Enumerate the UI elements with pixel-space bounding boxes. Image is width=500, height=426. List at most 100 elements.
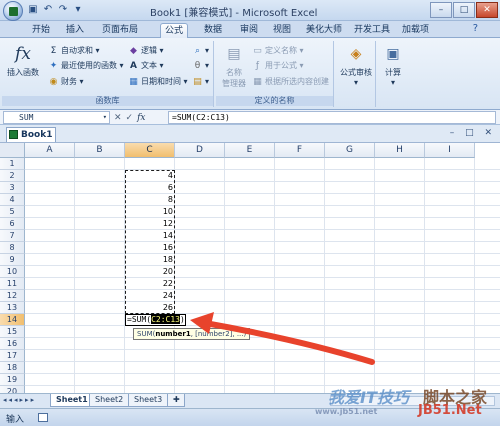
minimize-button[interactable]: –	[430, 2, 452, 18]
customize-qat-icon[interactable]: ▾	[72, 4, 84, 16]
column-header[interactable]: B	[75, 143, 125, 158]
grid-row-line	[25, 301, 500, 302]
formula-auditing-label: 公式审核	[340, 68, 372, 77]
workbook-window-controls[interactable]: – □ ✕	[450, 128, 496, 138]
help-icon[interactable]: ?	[473, 23, 478, 34]
sheet-nav-buttons[interactable]: ◂◂◂▸▸▸	[3, 396, 36, 404]
save-icon[interactable]: ▣	[27, 4, 39, 16]
row-header[interactable]: 7	[0, 230, 25, 242]
maximize-button[interactable]: □	[453, 2, 475, 18]
workbook-tab[interactable]: Book1 *	[6, 127, 56, 154]
insert-function-button[interactable]: fx 插入函数	[5, 43, 41, 78]
tab-page-layout[interactable]: 页面布局	[98, 23, 142, 38]
grid-row-line	[25, 289, 500, 290]
define-name-button[interactable]: ▭ 定义名称 ▾	[252, 45, 303, 57]
column-header[interactable]: H	[375, 143, 425, 158]
group-defined-names: ▤ 名称 管理器 ▭ 定义名称 ▾ ƒ 用于公式 ▾ ▦ 根据所选内容创建 定义的名称	[216, 41, 334, 107]
formula-input[interactable]: =SUM(C2:C13)	[168, 111, 496, 124]
column-header[interactable]: D	[175, 143, 225, 158]
function-tooltip[interactable]: SUM(number1, [number2], ...)	[133, 328, 251, 340]
math-button[interactable]: θ ▾	[192, 60, 209, 72]
row-header[interactable]: 4	[0, 194, 25, 206]
status-mode: 输入	[6, 415, 25, 425]
redo-icon[interactable]: ↷	[57, 4, 69, 16]
grid-row-line	[25, 313, 500, 314]
math-icon: θ	[194, 60, 201, 71]
create-from-selection-button[interactable]: ▦ 根据所选内容创建	[252, 76, 329, 88]
row-header[interactable]: 14	[0, 314, 25, 326]
lookup-icon: ⌕	[194, 45, 201, 56]
ribbon-formulas: fx 插入函数 Σ 自动求和 ▾ ✦ 最近使用的函数 ▾ ◉ 财务 ▾ ◆ 逻辑 ▾ A…	[0, 38, 500, 110]
name-box-dropdown-icon[interactable]: ▾	[103, 112, 107, 123]
formula-auditing-button[interactable]: ◈ 公式审核 ▾	[338, 43, 374, 87]
more-functions-button[interactable]: ▤ ▾	[192, 76, 209, 88]
grid-row-line	[25, 169, 500, 170]
sheet-tab-1[interactable]: Sheet1	[50, 394, 94, 407]
name-manager-button[interactable]: ▤ 名称 管理器	[219, 43, 249, 89]
cancel-entry-icon[interactable]: ✕	[114, 113, 122, 123]
sheet-tab-2[interactable]: Sheet2	[89, 394, 130, 407]
tab-beautify[interactable]: 美化大师	[302, 23, 346, 38]
insert-function-fx-icon[interactable]: fx	[137, 113, 145, 123]
row-header[interactable]: 12	[0, 290, 25, 302]
lookup-button[interactable]: ⌕ ▾	[192, 45, 209, 57]
insert-function-label: 插入函数	[7, 68, 39, 77]
insert-sheet-button[interactable]: ✚	[167, 394, 185, 407]
row-header[interactable]: 16	[0, 338, 25, 350]
row-header[interactable]: 10	[0, 266, 25, 278]
row-header[interactable]: 3	[0, 182, 25, 194]
worksheet-grid[interactable]: A B C D E F G H I 1 2 3 4 5 6 7 8 9 10 11 12 13 14 15 16 17 18 19 20…	[0, 143, 500, 393]
row-header[interactable]: 17	[0, 350, 25, 362]
select-all-corner[interactable]	[0, 143, 25, 158]
row-header[interactable]: 1	[0, 158, 25, 170]
undo-icon[interactable]: ↶	[42, 4, 54, 16]
autosum-label: 自动求和	[61, 46, 93, 55]
column-header[interactable]: C	[125, 143, 175, 158]
financial-button[interactable]: ◉ 财务 ▾	[48, 76, 84, 88]
row-header[interactable]: 2	[0, 170, 25, 182]
tab-home[interactable]: 开始	[28, 23, 54, 38]
office-button[interactable]	[3, 1, 23, 21]
row-header[interactable]: 8	[0, 242, 25, 254]
tab-view[interactable]: 视图	[269, 23, 295, 38]
macro-record-icon[interactable]	[38, 413, 48, 422]
row-header[interactable]: 9	[0, 254, 25, 266]
active-cell-editor[interactable]: =SUM(C2:C13)	[125, 314, 186, 326]
column-header[interactable]: E	[225, 143, 275, 158]
row-header[interactable]: 20	[0, 386, 25, 393]
row-header[interactable]: 18	[0, 362, 25, 374]
datetime-button[interactable]: ▦ 日期和时间 ▾	[128, 76, 187, 88]
tooltip-func: SUM(	[137, 330, 156, 338]
name-manager-icon: ▤	[227, 46, 241, 62]
autosum-button[interactable]: Σ 自动求和 ▾	[48, 45, 100, 57]
row-header[interactable]: 6	[0, 218, 25, 230]
row-header[interactable]: 13	[0, 302, 25, 314]
tab-addins[interactable]: 加载项	[398, 23, 433, 38]
logical-button[interactable]: ◆ 逻辑 ▾	[128, 45, 164, 57]
tab-review[interactable]: 审阅	[236, 23, 262, 38]
use-in-formula-button[interactable]: ƒ 用于公式 ▾	[252, 60, 304, 72]
window-title: Book1 [兼容模式] - Microsoft Excel	[150, 8, 318, 19]
calculation-button[interactable]: ▣ 计算 ▾	[378, 43, 408, 87]
tab-developer[interactable]: 开发工具	[350, 23, 394, 38]
enter-entry-icon[interactable]: ✓	[126, 113, 134, 123]
column-header[interactable]: A	[25, 143, 75, 158]
row-header[interactable]: 5	[0, 206, 25, 218]
name-box[interactable]: SUM ▾	[3, 111, 110, 124]
workbook-tab-bar: Book1 * – □ ✕	[0, 125, 500, 154]
row-header[interactable]: 19	[0, 374, 25, 386]
row-header[interactable]: 11	[0, 278, 25, 290]
tab-formulas[interactable]: 公式	[160, 23, 189, 38]
column-header[interactable]: I	[425, 143, 475, 158]
recent-functions-button[interactable]: ✦ 最近使用的函数 ▾	[48, 60, 124, 72]
close-button[interactable]: ✕	[476, 2, 498, 18]
excel-logo-icon	[9, 7, 18, 16]
tab-insert[interactable]: 插入	[62, 23, 88, 38]
text-button[interactable]: A 文本 ▾	[128, 60, 164, 72]
column-header[interactable]: G	[325, 143, 375, 158]
row-header[interactable]: 15	[0, 326, 25, 338]
tab-data[interactable]: 数据	[200, 23, 226, 38]
sheet-tab-3[interactable]: Sheet3	[128, 394, 169, 407]
calculator-icon: ▣	[386, 46, 400, 62]
column-header[interactable]: F	[275, 143, 325, 158]
